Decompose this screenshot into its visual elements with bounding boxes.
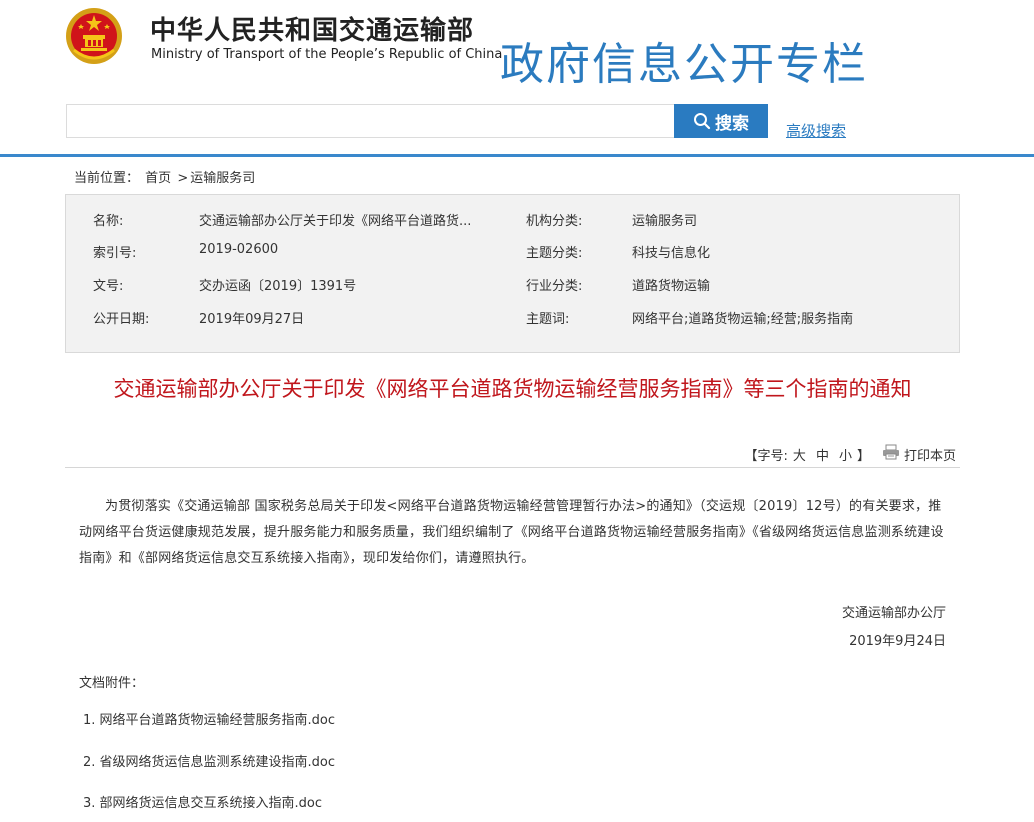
font-size-small-button[interactable]: 小 bbox=[839, 445, 852, 464]
meta-org-value: 运输服务司 bbox=[632, 210, 697, 229]
search-icon bbox=[693, 112, 711, 130]
meta-name-value: 交通运输部办公厅关于印发《网络平台道路货... bbox=[199, 210, 499, 229]
meta-keywords-value: 网络平台;道路货物运输;经营;服务指南 bbox=[632, 308, 853, 327]
meta-index-label: 索引号: bbox=[93, 242, 136, 261]
font-size-medium-button[interactable]: 中 bbox=[816, 445, 829, 464]
signature-date: 2019年9月24日 bbox=[849, 630, 946, 649]
font-size-large-button[interactable]: 大 bbox=[793, 445, 806, 464]
breadcrumb-separator: > bbox=[177, 171, 188, 186]
ministry-name-cn: 中华人民共和国交通运输部 bbox=[150, 10, 474, 47]
print-button[interactable]: 打印本页 bbox=[882, 444, 956, 464]
document-title: 交通运输部办公厅关于印发《网络平台道路货物运输经营服务指南》等三个指南的通知 bbox=[60, 375, 965, 403]
meta-keywords-label: 主题词: bbox=[526, 308, 569, 327]
meta-row: 文号: 交办运函〔2019〕1391号 行业分类: 道路货物运输 bbox=[66, 275, 959, 295]
meta-org-label: 机构分类: bbox=[526, 210, 582, 229]
header-divider bbox=[0, 154, 1034, 157]
meta-row: 索引号: 2019-02600 主题分类: 科技与信息化 bbox=[66, 242, 959, 262]
search-button-label: 搜索 bbox=[715, 109, 749, 134]
meta-industry-value: 道路货物运输 bbox=[632, 275, 710, 294]
article-tools: 【字号: 大 中 小 】 打印本页 bbox=[745, 444, 956, 464]
search-input[interactable] bbox=[66, 104, 674, 138]
advanced-search-link[interactable]: 高级搜索 bbox=[786, 120, 846, 141]
breadcrumb-prefix: 当前位置： bbox=[74, 171, 139, 186]
printer-icon bbox=[882, 444, 904, 464]
meta-topic-value: 科技与信息化 bbox=[632, 242, 710, 261]
meta-docno-value: 交办运函〔2019〕1391号 bbox=[199, 275, 356, 294]
signature-organization: 交通运输部办公厅 bbox=[842, 602, 946, 621]
attachment-link[interactable]: 1. 网络平台道路货物运输经营服务指南.doc bbox=[83, 709, 335, 728]
meta-date-label: 公开日期: bbox=[93, 308, 149, 327]
document-metadata-panel: 名称: 交通运输部办公厅关于印发《网络平台道路货... 机构分类: 运输服务司 … bbox=[65, 194, 960, 353]
meta-row: 公开日期: 2019年09月27日 主题词: 网络平台;道路货物运输;经营;服务… bbox=[66, 308, 959, 328]
title-divider bbox=[65, 467, 960, 468]
ministry-name-en: Ministry of Transport of the People’s Re… bbox=[151, 47, 502, 62]
attachment-link[interactable]: 2. 省级网络货运信息监测系统建设指南.doc bbox=[83, 751, 335, 770]
search-button[interactable]: 搜索 bbox=[674, 104, 768, 138]
national-emblem-icon bbox=[64, 6, 124, 66]
meta-name-label: 名称: bbox=[93, 210, 123, 229]
breadcrumb: 当前位置： 首页 >运输服务司 bbox=[74, 167, 257, 186]
font-size-close-bracket: 】 bbox=[857, 445, 870, 464]
attachments-label: 文档附件： bbox=[79, 672, 144, 691]
meta-date-value: 2019年09月27日 bbox=[199, 308, 304, 327]
breadcrumb-home-link[interactable]: 首页 bbox=[145, 171, 171, 186]
meta-index-value: 2019-02600 bbox=[199, 242, 278, 257]
section-banner-title: 政府信息公开专栏 bbox=[500, 28, 868, 92]
breadcrumb-current-link[interactable]: 运输服务司 bbox=[190, 171, 255, 186]
meta-docno-label: 文号: bbox=[93, 275, 123, 294]
font-size-label: 【字号: bbox=[745, 445, 788, 464]
meta-row: 名称: 交通运输部办公厅关于印发《网络平台道路货... 机构分类: 运输服务司 bbox=[66, 210, 959, 230]
print-label: 打印本页 bbox=[904, 445, 956, 464]
article-body: 为贯彻落实《交通运输部 国家税务总局关于印发<网络平台道路货物运输经营管理暂行办… bbox=[79, 494, 945, 572]
attachment-link[interactable]: 3. 部网络货运信息交互系统接入指南.doc bbox=[83, 792, 322, 811]
meta-industry-label: 行业分类: bbox=[526, 275, 582, 294]
meta-topic-label: 主题分类: bbox=[526, 242, 582, 261]
